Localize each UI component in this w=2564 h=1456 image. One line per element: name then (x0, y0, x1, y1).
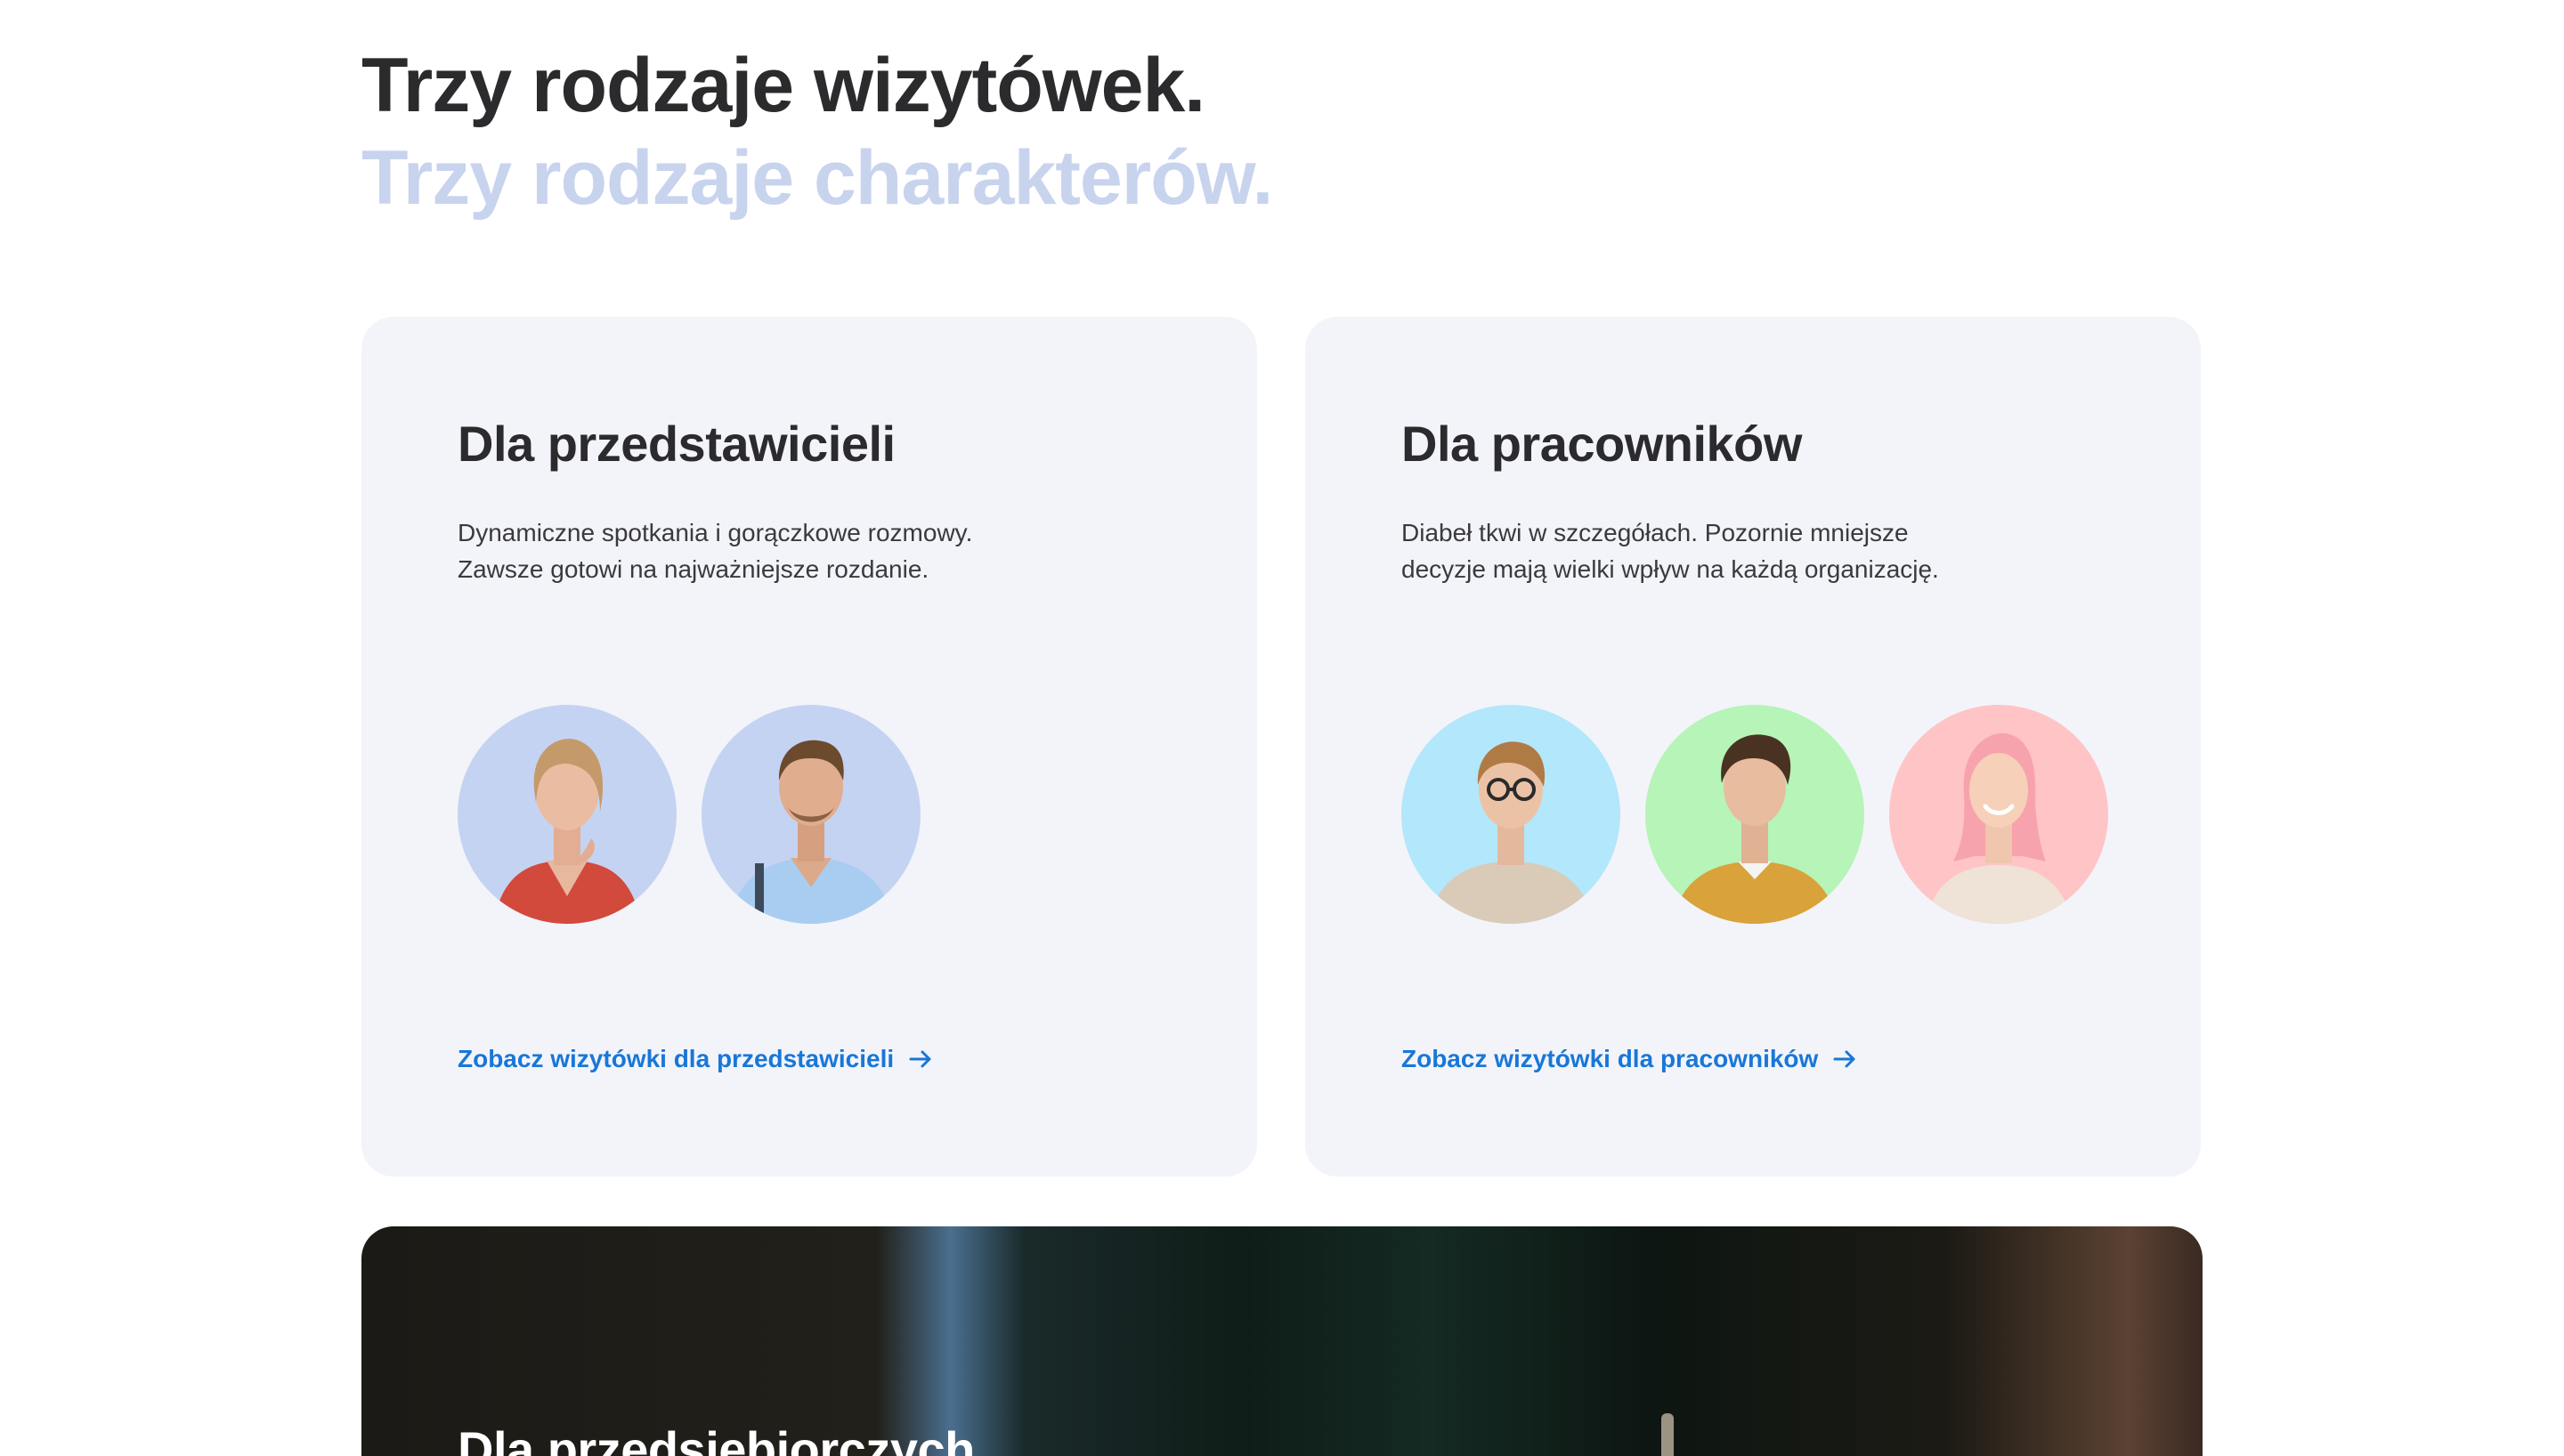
section-heading: Trzy rodzaje wizytówek. Trzy rodzaje cha… (361, 39, 1273, 224)
page: Trzy rodzaje wizytówek. Trzy rodzaje cha… (0, 0, 2564, 1456)
avatar-woman-pink-hair (1889, 705, 2108, 924)
card-link-label: Zobacz wizytówki dla przedstawicieli (458, 1045, 895, 1072)
avatar-man-yellow-sweater (1645, 705, 1864, 924)
avatar-man-blue-shirt (702, 705, 921, 924)
avatar-woman-glasses (1401, 705, 1620, 924)
card-description-line: Dynamiczne spotkania i gorączkowe rozmow… (458, 519, 973, 546)
arrow-right-icon (1833, 1050, 1855, 1068)
entrepreneurs-banner[interactable]: Dla przedsiębiorczych (361, 1226, 2203, 1456)
card-title: Dla przedstawicieli (458, 416, 896, 472)
card-description-line: decyzje mają wielki wpływ na każdą organ… (1401, 555, 1939, 583)
avatar-group (1401, 705, 2108, 924)
avatar-woman-red (458, 705, 677, 924)
card-title: Dla pracowników (1401, 416, 1802, 472)
banner-light-decoration (1661, 1413, 1674, 1456)
see-employees-link[interactable]: Zobacz wizytówki dla pracowników (1401, 1045, 1859, 1073)
card-description: Diabeł tkwi w szczegółach. Pozornie mnie… (1401, 514, 2078, 587)
section-subtitle: Trzy rodzaje charakterów. (361, 135, 1273, 221)
card-link-label: Zobacz wizytówki dla pracowników (1401, 1045, 1819, 1072)
avatar-group (458, 705, 921, 924)
card-employees: Dla pracowników Diabeł tkwi w szczegółac… (1305, 317, 2201, 1177)
card-description-line: Zawsze gotowi na najważniejsze rozdanie. (458, 555, 929, 583)
card-description-line: Diabeł tkwi w szczegółach. Pozornie mnie… (1401, 519, 1909, 546)
banner-title: Dla przedsiębiorczych (458, 1421, 975, 1456)
arrow-right-icon (909, 1050, 931, 1068)
card-description: Dynamiczne spotkania i gorączkowe rozmow… (458, 514, 1134, 587)
section-title: Trzy rodzaje wizytówek. (361, 43, 1205, 128)
see-representatives-link[interactable]: Zobacz wizytówki dla przedstawicieli (458, 1045, 935, 1073)
card-representatives: Dla przedstawicieli Dynamiczne spotkania… (361, 317, 1257, 1177)
